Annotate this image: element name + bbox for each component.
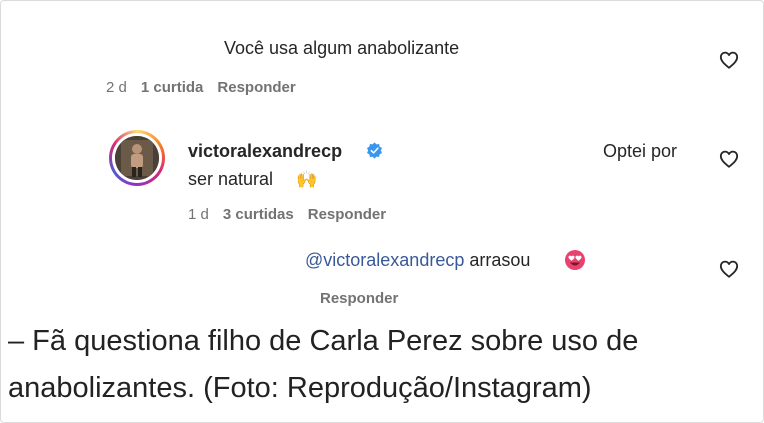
comment-3-text: @victoralexandrecp arrasou [305, 250, 530, 271]
comment-1-reply-button[interactable]: Responder [217, 79, 295, 96]
comment-2-likes-count[interactable]: 3 curtidas [223, 206, 294, 223]
comment-3-reply-button[interactable]: Responder [320, 290, 398, 307]
comment-3-body: arrasou [469, 250, 531, 270]
comment-3-like-heart-icon[interactable] [719, 260, 739, 278]
comment-1-meta: 2 d 1 curtida Responder [106, 79, 310, 96]
avatar-photo [115, 136, 159, 180]
comment-2-meta: 1 d 3 curtidas Responder [188, 206, 400, 223]
comment-2-like-heart-icon[interactable] [719, 150, 739, 168]
comment-1-likes-count[interactable]: 1 curtida [141, 79, 204, 96]
raising-hands-emoji-icon: 🙌 [296, 170, 318, 189]
comment-3-meta: Responder [320, 290, 412, 307]
heart-eyes-emoji-icon [564, 249, 586, 271]
comment-2-username[interactable]: victoralexandrecp [188, 141, 342, 162]
image-caption: – Fã questiona filho de Carla Perez sobr… [8, 325, 639, 404]
comment-2-age: 1 d [188, 206, 209, 223]
comment-3-mention-link[interactable]: @victoralexandrecp [305, 250, 464, 270]
comment-1-like-heart-icon[interactable] [719, 51, 739, 69]
comment-1-age: 2 d [106, 79, 127, 96]
comment-2-text-part1: Optei por [603, 141, 678, 161]
comment-1-text: Você usa algum anabolizante [224, 38, 460, 58]
avatar[interactable] [109, 130, 165, 186]
comment-2-text-part2: ser natural [188, 169, 274, 189]
verified-badge-icon [366, 142, 383, 159]
comment-2-reply-button[interactable]: Responder [308, 206, 386, 223]
